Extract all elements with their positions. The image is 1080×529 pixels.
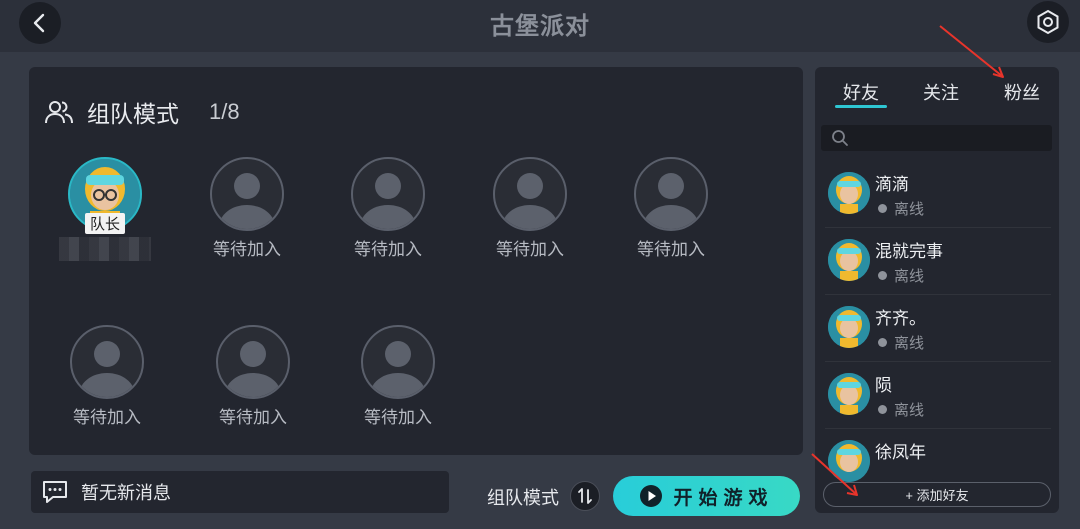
- character-avatar-icon: [828, 306, 870, 348]
- search-icon: [832, 130, 848, 146]
- team-slot-empty[interactable]: 等待加入: [348, 325, 448, 428]
- waiting-label: 等待加入: [364, 408, 432, 427]
- avatar-placeholder: [210, 157, 284, 231]
- message-text: 暂无新消息: [81, 483, 171, 503]
- user-placeholder-icon: [225, 341, 281, 397]
- play-circle-icon: [640, 485, 663, 507]
- avatar-placeholder: [351, 157, 425, 231]
- friend-status: 离线: [878, 198, 924, 219]
- page-title: 古堡派对: [490, 13, 590, 40]
- team-slot-empty[interactable]: 等待加入: [621, 157, 721, 260]
- friend-list-item[interactable]: 陨 离线: [825, 363, 1051, 429]
- switch-mode-button[interactable]: [570, 481, 600, 511]
- friend-list-item[interactable]: 混就完事 离线: [825, 229, 1051, 295]
- message-box[interactable]: 暂无新消息: [31, 471, 449, 513]
- character-avatar-icon: [828, 172, 870, 214]
- status-dot: [878, 405, 887, 414]
- friend-status: 离线: [878, 399, 924, 420]
- waiting-label: 等待加入: [213, 240, 281, 259]
- avatar-placeholder: [493, 157, 567, 231]
- annotation-arrow-icon: [811, 453, 858, 496]
- avatar: [828, 306, 870, 348]
- user-placeholder-icon: [219, 173, 275, 229]
- team-panel: 组队模式 1/8 队长 等待加入 等待加入 等待加入 等待加入 等待加入 等待加…: [29, 67, 803, 455]
- waiting-label: 等待加入: [637, 240, 705, 259]
- mode-label: 组队模式: [487, 488, 559, 508]
- friend-status: 离线: [878, 332, 924, 353]
- hexagon-settings-icon: [1037, 9, 1059, 35]
- team-slot-empty[interactable]: 等待加入: [338, 157, 438, 260]
- avatar: [828, 239, 870, 281]
- user-placeholder-icon: [360, 173, 416, 229]
- user-placeholder-icon: [79, 341, 135, 397]
- avatar: [828, 373, 870, 415]
- swap-arrows-icon: [578, 488, 592, 504]
- start-game-label: 开始游戏: [673, 487, 774, 509]
- character-avatar-icon: [828, 239, 870, 281]
- waiting-label: 等待加入: [496, 240, 564, 259]
- avatar-placeholder: [70, 325, 144, 399]
- active-tab-indicator: [835, 105, 887, 108]
- friend-name: 齐齐。: [875, 309, 926, 328]
- user-placeholder-icon: [502, 173, 558, 229]
- team-mode-title: 组队模式: [87, 101, 179, 127]
- team-slot-empty[interactable]: 等待加入: [57, 325, 157, 428]
- avatar-placeholder: [216, 325, 290, 399]
- tab-friends[interactable]: 好友: [843, 79, 879, 105]
- waiting-label: 等待加入: [73, 408, 141, 427]
- friend-name: 陨: [875, 376, 892, 395]
- friend-status: 离线: [878, 265, 924, 286]
- captain-name-blurred: [59, 237, 151, 261]
- user-placeholder-icon: [643, 173, 699, 229]
- team-count: 1/8: [209, 99, 240, 124]
- friend-name: 混就完事: [875, 242, 943, 261]
- users-icon: [45, 101, 73, 124]
- avatar-placeholder: [634, 157, 708, 231]
- friend-search-bar[interactable]: [821, 125, 1052, 151]
- avatar-placeholder: [361, 325, 435, 399]
- waiting-label: 等待加入: [354, 240, 422, 259]
- tab-fans[interactable]: 粉丝: [1004, 79, 1040, 105]
- chat-bubble-icon: [43, 481, 67, 503]
- captain-badge: 队长: [84, 213, 126, 234]
- status-dot: [878, 204, 887, 213]
- avatar: [828, 172, 870, 214]
- waiting-label: 等待加入: [219, 408, 287, 427]
- friend-list-item[interactable]: 滴滴 离线: [825, 162, 1051, 228]
- status-dot: [878, 338, 887, 347]
- friend-name: 徐凤年: [875, 443, 926, 462]
- user-placeholder-icon: [370, 341, 426, 397]
- start-game-button[interactable]: 开始游戏: [613, 476, 800, 516]
- friend-search-input[interactable]: [855, 130, 1045, 146]
- team-slot-empty[interactable]: 等待加入: [480, 157, 580, 260]
- annotation-arrow-icon: [939, 25, 1004, 78]
- status-dot: [878, 271, 887, 280]
- character-avatar-icon: [828, 373, 870, 415]
- friend-name: 滴滴: [875, 175, 909, 194]
- friends-panel: 好友 关注 粉丝 滴滴 离线 混就完事 离线 齐齐。 离线 陨 离线 徐凤年 +…: [815, 67, 1059, 513]
- tab-following[interactable]: 关注: [923, 79, 959, 105]
- team-slot-empty[interactable]: 等待加入: [197, 157, 297, 260]
- settings-button[interactable]: [1027, 1, 1069, 43]
- friend-list-item[interactable]: 齐齐。 离线: [825, 296, 1051, 362]
- team-header: 组队模式 1/8: [43, 95, 240, 129]
- team-slot-empty[interactable]: 等待加入: [203, 325, 303, 428]
- add-friend-label: + 添加好友: [905, 488, 969, 503]
- team-slot-captain[interactable]: 队长: [55, 157, 155, 261]
